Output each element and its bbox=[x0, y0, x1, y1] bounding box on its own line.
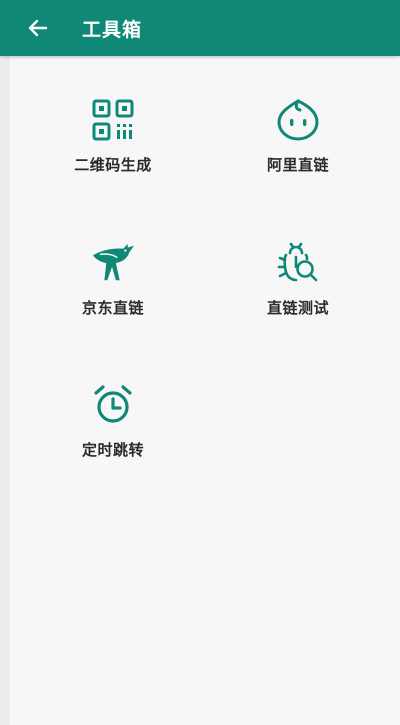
tool-label: 阿里直链 bbox=[266, 156, 329, 174]
tool-scheduled-redirect[interactable]: 定时跳转 bbox=[28, 383, 198, 483]
page-title: 工具箱 bbox=[82, 18, 143, 41]
arrow-left-icon bbox=[28, 19, 48, 37]
app-bar: 工具箱 bbox=[0, 0, 400, 56]
jd-dog-icon bbox=[91, 241, 135, 285]
tool-label: 定时跳转 bbox=[81, 441, 144, 459]
tool-direct-link-test[interactable]: 直链测试 bbox=[213, 241, 383, 341]
tool-label: 京东直链 bbox=[81, 299, 144, 317]
tool-label: 直链测试 bbox=[266, 299, 329, 317]
tool-ali-direct-link[interactable]: 阿里直链 bbox=[213, 98, 383, 198]
bug-search-icon bbox=[276, 241, 320, 285]
ali-drive-icon bbox=[276, 98, 320, 142]
alarm-clock-icon bbox=[91, 383, 135, 427]
screen: 工具箱 二维码生成 阿里直链 京东直链 直链测试 定时跳转 bbox=[0, 0, 400, 725]
back-button[interactable] bbox=[10, 0, 66, 56]
qr-code-icon bbox=[91, 98, 135, 142]
tool-grid: 二维码生成 阿里直链 京东直链 直链测试 定时跳转 bbox=[10, 56, 400, 725]
tool-label: 二维码生成 bbox=[74, 156, 152, 174]
tool-jd-direct-link[interactable]: 京东直链 bbox=[28, 241, 198, 341]
tool-qr-code[interactable]: 二维码生成 bbox=[28, 98, 198, 198]
